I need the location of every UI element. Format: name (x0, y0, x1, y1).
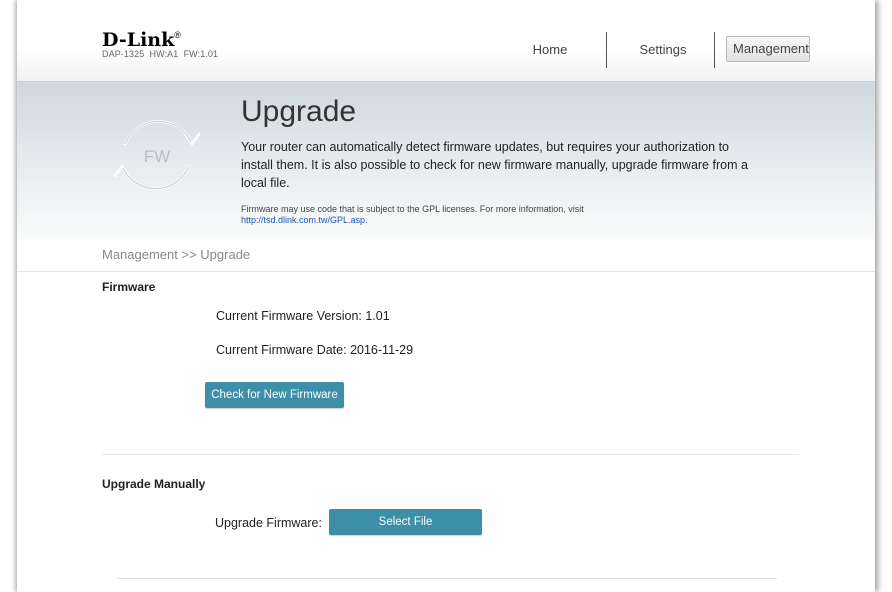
nav-settings[interactable]: Settings (632, 35, 694, 65)
gpl-note: Firmware may use code that is subject to… (241, 204, 584, 226)
current-firmware-version: Current Firmware Version: 1.01 (216, 309, 390, 323)
gpl-link[interactable]: http://tsd.dlink.com.tw/GPL.asp. (241, 215, 584, 226)
upgrade-manually-title: Upgrade Manually (102, 477, 206, 491)
browser-window: D-Link® DAP-1325 HW:A1 FW:1.01 Home Sett… (17, 0, 875, 592)
breadcrumb-text: Management >> Upgrade (102, 247, 251, 262)
device-info: DAP-1325 HW:A1 FW:1.01 (102, 49, 218, 59)
nav-home[interactable]: Home (525, 35, 575, 65)
breadcrumb: Management >> Upgrade (17, 240, 875, 272)
nav-divider (714, 32, 715, 68)
page-description: Your router can automatically detect fir… (241, 140, 748, 190)
page-banner: FW Upgrade Your router can automatically… (17, 82, 875, 240)
dlink-logo: D-Link® (102, 30, 181, 51)
nav-management[interactable]: Management (726, 36, 810, 62)
version-label: Current Firmware Version: (216, 309, 362, 323)
model-name: DAP-1325 (102, 49, 145, 59)
logo-registered-mark: ® (174, 30, 181, 40)
hardware-version: HW:A1 (149, 49, 179, 59)
date-value: 2016-11-29 (350, 343, 414, 357)
select-file-button[interactable]: Select File (329, 509, 482, 535)
page-title: Upgrade (241, 95, 357, 128)
date-label: Current Firmware Date: (216, 343, 347, 357)
nav-divider (606, 32, 607, 68)
version-value: 1.01 (365, 309, 390, 323)
fw-icon-label: FW (144, 147, 170, 166)
section-divider (102, 454, 798, 455)
current-firmware-date: Current Firmware Date: 2016-11-29 (216, 343, 413, 357)
top-header: D-Link® DAP-1325 HW:A1 FW:1.01 Home Sett… (17, 0, 875, 82)
firmware-refresh-icon: FW (113, 120, 201, 190)
upgrade-firmware-label: Upgrade Firmware: (215, 516, 322, 530)
check-new-firmware-button[interactable]: Check for New Firmware (205, 382, 344, 408)
firmware-version-header: FW:1.01 (183, 49, 219, 59)
bottom-divider (117, 578, 777, 579)
gpl-note-text: Firmware may use code that is subject to… (241, 204, 584, 214)
firmware-section-title: Firmware (102, 280, 156, 294)
logo-text: D-Link (102, 29, 175, 51)
